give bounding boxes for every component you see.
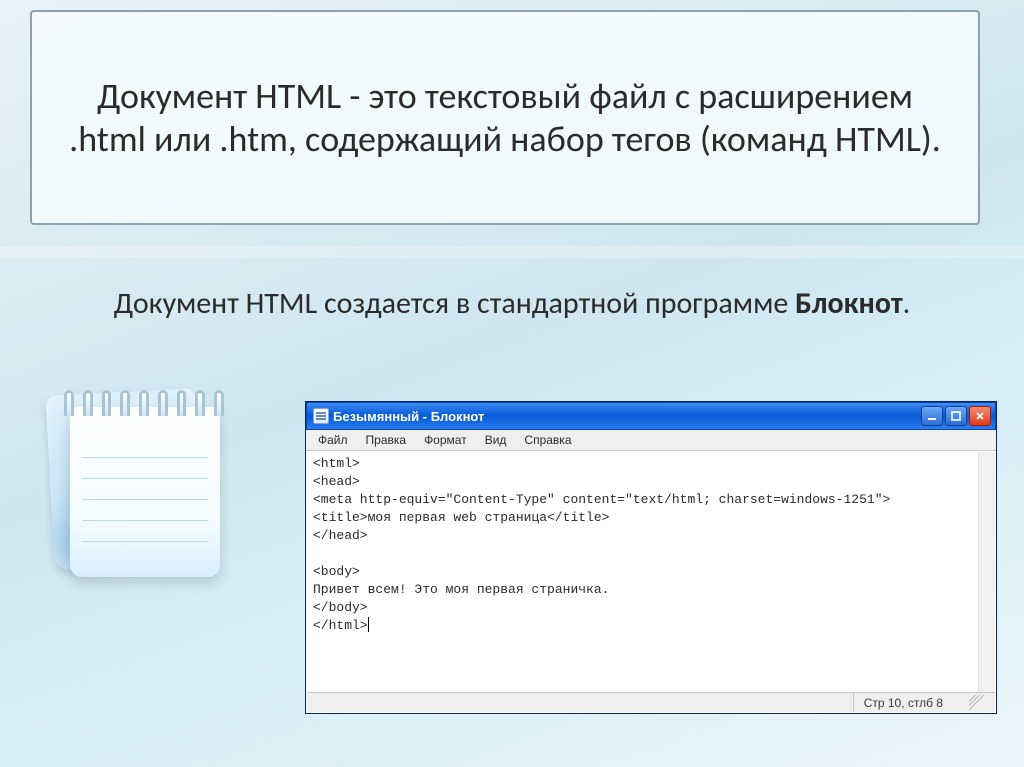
subtitle-text-post: . bbox=[903, 285, 911, 322]
resize-grip-icon[interactable] bbox=[969, 695, 985, 711]
menu-help[interactable]: Справка bbox=[516, 431, 579, 449]
cursor-position: Стр 10, стлб 8 bbox=[853, 693, 965, 712]
maximize-icon bbox=[951, 411, 961, 421]
notepad-window: Безымянный - Блокнот Файл Правка Формат … bbox=[305, 401, 997, 714]
close-icon bbox=[975, 411, 985, 421]
vertical-scrollbar[interactable] bbox=[978, 452, 995, 692]
slide-subtitle: Документ HTML создается в стандартной пр… bbox=[0, 285, 1024, 322]
window-title: Безымянный - Блокнот bbox=[333, 409, 484, 424]
text-caret bbox=[368, 617, 369, 632]
menu-edit[interactable]: Правка bbox=[358, 431, 415, 449]
statusbar: Стр 10, стлб 8 bbox=[307, 692, 995, 712]
subtitle-text-pre: Документ HTML создается в стандартной пр… bbox=[114, 285, 795, 322]
minimize-icon bbox=[927, 411, 937, 421]
menubar: Файл Правка Формат Вид Справка bbox=[306, 430, 996, 451]
slide-title-text: Документ HTML - это текстовый файл с рас… bbox=[62, 75, 948, 160]
decorative-stripe bbox=[0, 246, 1024, 258]
maximize-button[interactable] bbox=[945, 406, 967, 426]
window-control-buttons bbox=[921, 406, 991, 426]
subtitle-text-bold: Блокнот bbox=[795, 285, 903, 322]
notepad-icon-lines bbox=[82, 437, 208, 557]
notepad-app-icon bbox=[40, 372, 230, 572]
editor-content: <html> <head> <meta http-equiv="Content-… bbox=[307, 452, 995, 638]
menu-file[interactable]: Файл bbox=[310, 431, 356, 449]
menu-format[interactable]: Формат bbox=[416, 431, 475, 449]
menu-view[interactable]: Вид bbox=[477, 431, 515, 449]
presentation-slide: Документ HTML - это текстовый файл с рас… bbox=[0, 0, 1024, 767]
notepad-icon-page bbox=[70, 407, 220, 577]
slide-title-box: Документ HTML - это текстовый файл с рас… bbox=[30, 10, 980, 225]
editor-area[interactable]: <html> <head> <meta http-equiv="Content-… bbox=[307, 452, 995, 692]
notepad-icon-spiral bbox=[64, 390, 224, 420]
close-button[interactable] bbox=[969, 406, 991, 426]
notepad-file-icon bbox=[313, 408, 329, 424]
minimize-button[interactable] bbox=[921, 406, 943, 426]
titlebar[interactable]: Безымянный - Блокнот bbox=[306, 402, 996, 430]
